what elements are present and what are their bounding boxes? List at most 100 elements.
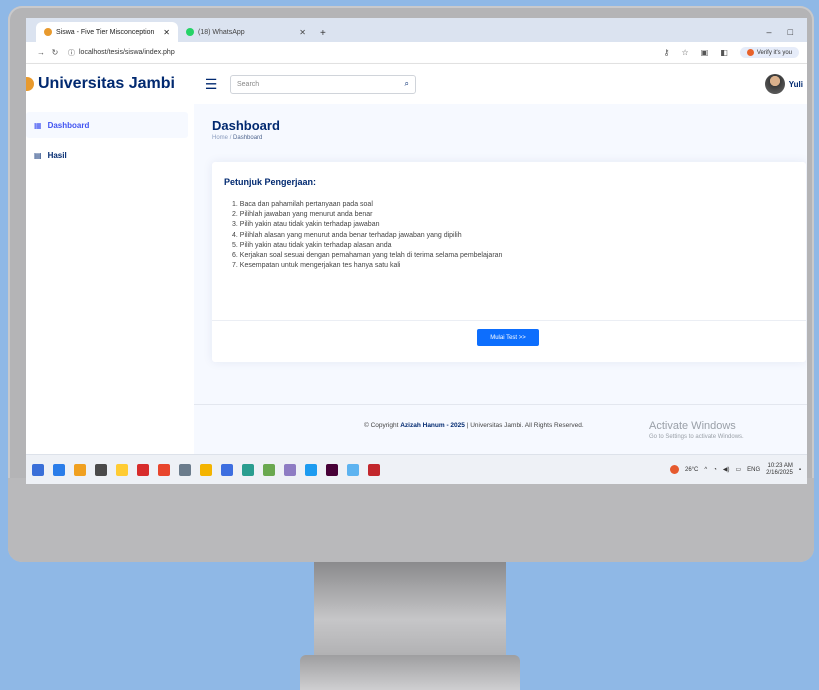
taskbar-app-icon[interactable] xyxy=(74,463,86,476)
weather-icon[interactable] xyxy=(669,465,679,474)
sidebar-item-hasil[interactable]: ▤ Hasil xyxy=(26,142,188,168)
taskbar-app-icon[interactable] xyxy=(158,463,170,476)
card-divider xyxy=(212,320,806,321)
url-text: localhost/tesis/siswa/index.php xyxy=(79,49,175,56)
bookmark-star-icon[interactable]: ☆ xyxy=(682,48,689,57)
taskbar-app-icon[interactable] xyxy=(326,463,338,476)
footer-divider xyxy=(194,404,807,405)
whatsapp-favicon-icon xyxy=(186,28,194,36)
sidebar-item-dashboard[interactable]: ▦ Dashboard xyxy=(26,112,188,138)
footer-prefix: © Copyright xyxy=(364,422,399,429)
temperature[interactable]: 26°C xyxy=(685,467,698,473)
volume-icon[interactable]: ◀) xyxy=(723,466,730,473)
logo[interactable]: Universitas Jambi xyxy=(26,75,196,93)
clock[interactable]: 10:23 AM 2/16/2025 xyxy=(766,463,793,477)
grid-icon: ▦ xyxy=(34,120,42,130)
list-item: 6. Kerjakan soal sesuai dengan pemahaman… xyxy=(232,252,503,260)
search-input[interactable]: Search ⌕ xyxy=(230,74,416,94)
monitor-chin xyxy=(8,478,814,562)
breadcrumb: Home / Dashboard xyxy=(212,135,262,141)
list-item: 3. Pilih yakin atau tidak yakin terhadap… xyxy=(232,221,380,229)
reload-icon[interactable]: ↻ xyxy=(48,48,62,57)
instructions-card: Petunjuk Pengerjaan: 1. Baca dan pahamil… xyxy=(212,162,806,362)
battery-icon[interactable]: ▭ xyxy=(735,466,741,473)
taskbar-app-icon[interactable] xyxy=(347,463,359,476)
monitor-stand-base xyxy=(300,655,520,690)
taskbar-app-icon[interactable] xyxy=(284,463,296,476)
breadcrumb-current: Dashboard xyxy=(233,135,263,141)
search-placeholder: Search xyxy=(237,80,260,88)
menu-toggle-icon[interactable]: ☰ xyxy=(196,76,226,93)
watermark-subtitle: Go to Settings to activate Windows. xyxy=(649,434,744,440)
new-tab-button[interactable]: + xyxy=(314,28,332,42)
taskbar-app-icon[interactable] xyxy=(368,463,380,476)
extension-icon[interactable]: ▣ xyxy=(701,48,709,57)
watermark-title: Activate Windows xyxy=(649,420,736,432)
taskbar-app-icon[interactable] xyxy=(179,463,191,476)
document-icon: ▤ xyxy=(34,150,42,160)
taskbar-app-icon[interactable] xyxy=(263,463,275,476)
search-icon[interactable]: ⌕ xyxy=(405,79,409,89)
screen: Siswa - Five Tier Misconception ✕ (18) W… xyxy=(26,18,807,484)
wifi-icon[interactable]: ◔ xyxy=(713,467,717,473)
avatar xyxy=(764,74,785,94)
taskbar-app-icon[interactable] xyxy=(221,463,233,476)
page-title: Dashboard xyxy=(212,118,280,133)
url-field[interactable]: ⓘ localhost/tesis/siswa/index.php xyxy=(68,48,175,58)
browser-tab-bar: Siswa - Five Tier Misconception ✕ (18) W… xyxy=(26,18,807,42)
profile-icon xyxy=(746,49,754,56)
sidebar: ▦ Dashboard ▤ Hasil xyxy=(26,104,194,454)
logo-text: Universitas Jambi xyxy=(38,75,175,92)
language-indicator[interactable]: ENG xyxy=(747,467,760,473)
list-item: 1. Baca dan pahamilah pertanyaan pada so… xyxy=(232,201,373,208)
sidepanel-icon[interactable]: ◧ xyxy=(720,48,728,57)
password-key-icon[interactable]: ⚷ xyxy=(664,48,670,57)
address-bar-actions: ⚷ ☆ ▣ ◧ Verify it's you xyxy=(664,47,799,58)
taskbar-app-icon[interactable] xyxy=(53,463,65,476)
taskbar-app-icon[interactable] xyxy=(32,463,44,476)
footer: © Copyright Azizah Hanum - 2025 | Univer… xyxy=(364,422,584,429)
chevron-up-icon[interactable]: ^ xyxy=(704,467,707,473)
taskbar-app-icon[interactable] xyxy=(116,463,128,476)
close-icon[interactable]: ✕ xyxy=(163,28,170,37)
system-tray: 26°C ^ ◔ ◀) ▭ ENG 10:23 AM 2/16/2025 ▪ xyxy=(669,463,807,477)
taskbar-app-icon[interactable] xyxy=(305,463,317,476)
close-icon[interactable]: ✕ xyxy=(299,28,306,37)
university-favicon-icon xyxy=(44,28,52,36)
address-bar: → ↻ ⓘ localhost/tesis/siswa/index.php ⚷ … xyxy=(26,42,807,64)
maximize-button[interactable]: □ xyxy=(788,27,793,37)
profile-menu[interactable]: Yuli xyxy=(764,74,807,94)
monitor-stand-neck xyxy=(314,562,506,658)
list-item: 4. Pilihlah alasan yang menurut anda ben… xyxy=(232,231,462,239)
taskbar-app-icon[interactable] xyxy=(95,463,107,476)
breadcrumb-separator: / xyxy=(229,135,232,141)
list-item: 5. Pilih yakin atau tidak yakin terhadap… xyxy=(232,241,392,249)
tab-label: Siswa - Five Tier Misconception xyxy=(56,28,155,36)
app-header: Universitas Jambi ☰ Search ⌕ Yuli xyxy=(26,64,807,104)
taskbar-app-icon[interactable] xyxy=(200,463,212,476)
activate-windows-watermark: Activate Windows Go to Settings to activ… xyxy=(649,420,744,440)
window-controls: – □ xyxy=(753,27,807,42)
sidebar-item-label: Hasil xyxy=(47,150,67,160)
logo-mark-icon xyxy=(26,77,34,91)
list-item: 7. Kesempatan untuk mengerjakan tes hany… xyxy=(232,262,401,270)
breadcrumb-home[interactable]: Home xyxy=(212,135,228,141)
taskbar-app-icon[interactable] xyxy=(137,463,149,476)
verify-profile-button[interactable]: Verify it's you xyxy=(739,47,799,58)
user-name: Yuli xyxy=(788,79,803,89)
clock-date: 2/16/2025 xyxy=(766,469,793,476)
tab-siswa[interactable]: Siswa - Five Tier Misconception ✕ xyxy=(36,22,178,42)
footer-suffix: | Universitas Jambi. All Rights Reserved… xyxy=(466,422,584,429)
forward-icon[interactable]: → xyxy=(34,48,48,57)
site-info-icon[interactable]: ⓘ xyxy=(68,48,75,58)
tab-whatsapp[interactable]: (18) WhatsApp ✕ xyxy=(178,22,314,42)
clock-time: 10:23 AM xyxy=(767,462,793,469)
notification-icon[interactable]: ▪ xyxy=(799,467,801,473)
card-title: Petunjuk Pengerjaan: xyxy=(224,177,317,187)
taskbar-app-icon[interactable] xyxy=(242,463,254,476)
tab-label: (18) WhatsApp xyxy=(198,28,245,36)
start-test-button[interactable]: Mulai Test >> xyxy=(477,329,539,346)
taskbar-apps xyxy=(32,463,380,476)
taskbar: 26°C ^ ◔ ◀) ▭ ENG 10:23 AM 2/16/2025 ▪ xyxy=(26,454,807,484)
minimize-button[interactable]: – xyxy=(767,27,772,37)
